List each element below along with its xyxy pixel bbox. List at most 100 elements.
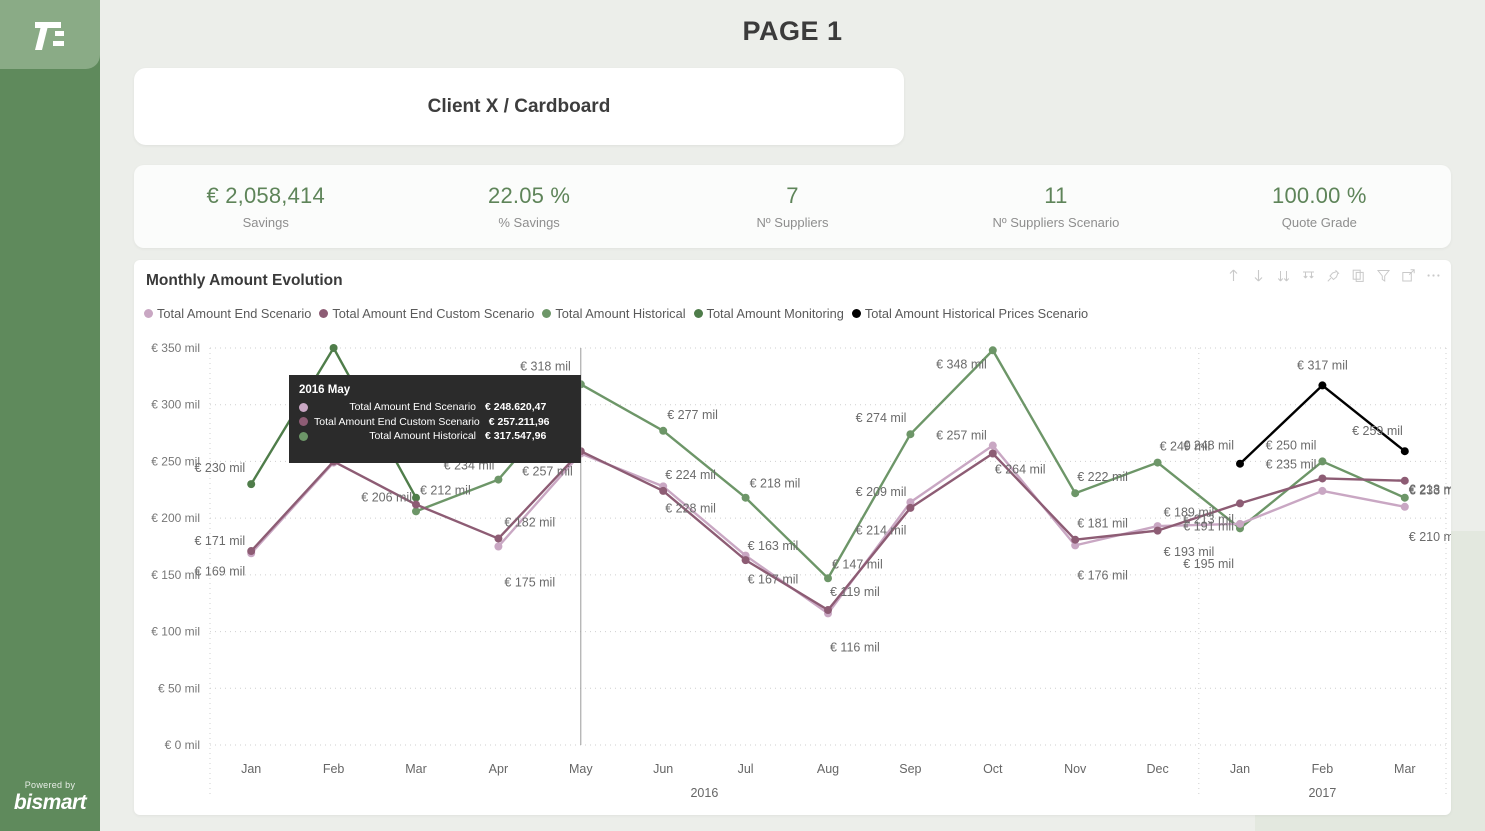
svg-text:€ 250 mil: € 250 mil bbox=[1266, 438, 1317, 452]
kpi-value: 22.05 % bbox=[488, 183, 571, 208]
svg-text:May: May bbox=[569, 762, 593, 776]
kpi-strip: € 2,058,414 Savings 22.05 % % Savings 7 Nº Su… bbox=[134, 165, 1451, 248]
kpi-card-1: 22.05 % % Savings bbox=[397, 183, 660, 230]
svg-text:€ 235 mil: € 235 mil bbox=[1266, 457, 1317, 471]
tooltip-row: Total Amount End Custom Scenario € 257.21… bbox=[299, 416, 571, 428]
svg-text:Feb: Feb bbox=[323, 762, 345, 776]
svg-text:€ 300 mil: € 300 mil bbox=[151, 398, 200, 412]
svg-text:€ 150 mil: € 150 mil bbox=[151, 568, 200, 582]
svg-text:€ 214 mil: € 214 mil bbox=[856, 523, 907, 537]
svg-text:€ 248 mil: € 248 mil bbox=[1183, 439, 1234, 453]
copy-icon[interactable] bbox=[1351, 268, 1366, 283]
svg-text:€ 348 mil: € 348 mil bbox=[936, 357, 987, 371]
legend-label: Total Amount Historical bbox=[555, 306, 686, 321]
svg-text:Jan: Jan bbox=[1230, 762, 1250, 776]
focus-mode-icon[interactable] bbox=[1401, 268, 1416, 283]
kpi-value: 7 bbox=[786, 183, 799, 208]
svg-text:€ 167 mil: € 167 mil bbox=[748, 573, 799, 587]
svg-text:2016: 2016 bbox=[690, 786, 718, 800]
svg-text:Aug: Aug bbox=[817, 762, 839, 776]
legend-color-swatch bbox=[319, 309, 329, 318]
kpi-card-3: 11 Nº Suppliers Scenario bbox=[924, 183, 1187, 230]
chart-tooltip: 2016 May Total Amount End Scenario € 248.… bbox=[289, 375, 581, 463]
more-options-icon[interactable] bbox=[1426, 268, 1441, 283]
powered-by-label: Powered by bbox=[24, 780, 76, 790]
legend-item-3[interactable]: Total Amount Monitoring bbox=[693, 306, 844, 321]
svg-text:€ 191 mil: € 191 mil bbox=[1183, 519, 1234, 533]
svg-text:€ 119 mil: € 119 mil bbox=[830, 585, 880, 599]
svg-text:€ 209 mil: € 209 mil bbox=[856, 485, 907, 499]
legend-item-1[interactable]: Total Amount End Custom Scenario bbox=[319, 306, 534, 321]
svg-text:€ 182 mil: € 182 mil bbox=[504, 516, 555, 530]
legend-color-swatch bbox=[851, 309, 861, 318]
svg-text:€ 257 mil: € 257 mil bbox=[522, 464, 573, 478]
kpi-label: Quote Grade bbox=[1281, 215, 1357, 230]
svg-text:Jul: Jul bbox=[738, 762, 754, 776]
svg-text:€ 230 mil: € 230 mil bbox=[194, 461, 245, 475]
svg-text:€ 176 mil: € 176 mil bbox=[1077, 568, 1128, 582]
sidebar-logo-area[interactable] bbox=[0, 0, 100, 69]
legend-color-swatch bbox=[144, 309, 153, 318]
tooltip-color-swatch bbox=[299, 402, 308, 412]
svg-text:€ 163 mil: € 163 mil bbox=[748, 539, 799, 553]
kpi-card-0: € 2,058,414 Savings bbox=[134, 183, 397, 230]
sidebar: Powered by bismart bbox=[0, 0, 100, 831]
svg-text:Sep: Sep bbox=[899, 762, 921, 776]
svg-text:€ 210 mil: € 210 mil bbox=[1409, 530, 1451, 544]
svg-text:€ 222 mil: € 222 mil bbox=[1077, 470, 1128, 484]
svg-text:€ 100 mil: € 100 mil bbox=[151, 625, 200, 639]
svg-text:€ 50 mil: € 50 mil bbox=[158, 681, 200, 695]
sort-descending-icon[interactable] bbox=[1251, 268, 1266, 283]
svg-text:€ 0 mil: € 0 mil bbox=[165, 738, 200, 752]
svg-text:€ 274 mil: € 274 mil bbox=[856, 411, 907, 425]
tooltip-series-name: Total Amount Historical bbox=[369, 430, 476, 442]
chart-title: Monthly Amount Evolution bbox=[146, 272, 343, 289]
tooltip-series-name: Total Amount End Scenario bbox=[349, 401, 476, 413]
kpi-value: 100.00 % bbox=[1272, 183, 1367, 208]
legend-color-swatch bbox=[542, 309, 552, 318]
kpi-label: % Savings bbox=[498, 215, 560, 230]
tooltip-color-swatch bbox=[299, 417, 308, 426]
kpi-value: 11 bbox=[1044, 183, 1068, 208]
svg-text:€ 224 mil: € 224 mil bbox=[665, 468, 716, 482]
legend-item-0[interactable]: Total Amount End Scenario bbox=[144, 306, 311, 321]
sort-ascending-icon[interactable] bbox=[1226, 268, 1241, 283]
svg-text:€ 277 mil: € 277 mil bbox=[667, 408, 718, 422]
kpi-value: € 2,058,414 bbox=[206, 183, 325, 208]
kpi-label: Nº Suppliers bbox=[756, 215, 829, 230]
filter-icon[interactable] bbox=[1376, 268, 1391, 283]
client-card: Client X / Cardboard bbox=[134, 68, 904, 145]
legend-item-2[interactable]: Total Amount Historical bbox=[542, 306, 686, 321]
tooltip-series-value: € 248.620,47 bbox=[485, 401, 547, 413]
svg-text:€ 171 mil: € 171 mil bbox=[194, 534, 245, 548]
svg-text:€ 206 mil: € 206 mil bbox=[361, 490, 412, 504]
svg-text:Mar: Mar bbox=[405, 762, 427, 776]
svg-text:€ 257 mil: € 257 mil bbox=[936, 428, 987, 442]
svg-text:€ 318 mil: € 318 mil bbox=[520, 359, 571, 373]
svg-text:2017: 2017 bbox=[1308, 786, 1336, 800]
svg-text:€ 250 mil: € 250 mil bbox=[151, 454, 200, 468]
legend-label: Total Amount End Custom Scenario bbox=[332, 306, 535, 321]
tooltip-series-name: Total Amount End Custom Scenario bbox=[314, 415, 480, 428]
svg-text:Oct: Oct bbox=[983, 762, 1003, 776]
svg-text:Apr: Apr bbox=[489, 762, 508, 776]
kpi-card-2: 7 Nº Suppliers bbox=[661, 183, 924, 230]
seven-logo-icon bbox=[33, 18, 67, 52]
kpi-label: Savings bbox=[242, 215, 289, 230]
svg-text:€ 317 mil: € 317 mil bbox=[1297, 358, 1348, 372]
chart-toolbar bbox=[1226, 268, 1441, 283]
svg-text:Jan: Jan bbox=[241, 762, 261, 776]
tooltip-row: Total Amount End Scenario € 248.620,47 bbox=[299, 401, 571, 413]
legend-color-swatch bbox=[693, 309, 703, 318]
tooltip-row: Total Amount Historical € 317.547,96 bbox=[299, 430, 571, 442]
drill-up-icon[interactable] bbox=[1301, 268, 1316, 283]
legend-item-4[interactable]: Total Amount Historical Prices Scenario bbox=[851, 306, 1088, 321]
drill-down-icon[interactable] bbox=[1276, 268, 1291, 283]
powered-by-bismart: Powered by bismart bbox=[0, 780, 100, 815]
pin-icon[interactable] bbox=[1326, 268, 1341, 283]
svg-text:€ 116 mil: € 116 mil bbox=[830, 640, 880, 654]
svg-text:Feb: Feb bbox=[1312, 762, 1334, 776]
legend-label: Total Amount Monitoring bbox=[706, 306, 844, 321]
svg-text:€ 195 mil: € 195 mil bbox=[1183, 557, 1234, 571]
svg-text:€ 147 mil: € 147 mil bbox=[832, 557, 883, 571]
